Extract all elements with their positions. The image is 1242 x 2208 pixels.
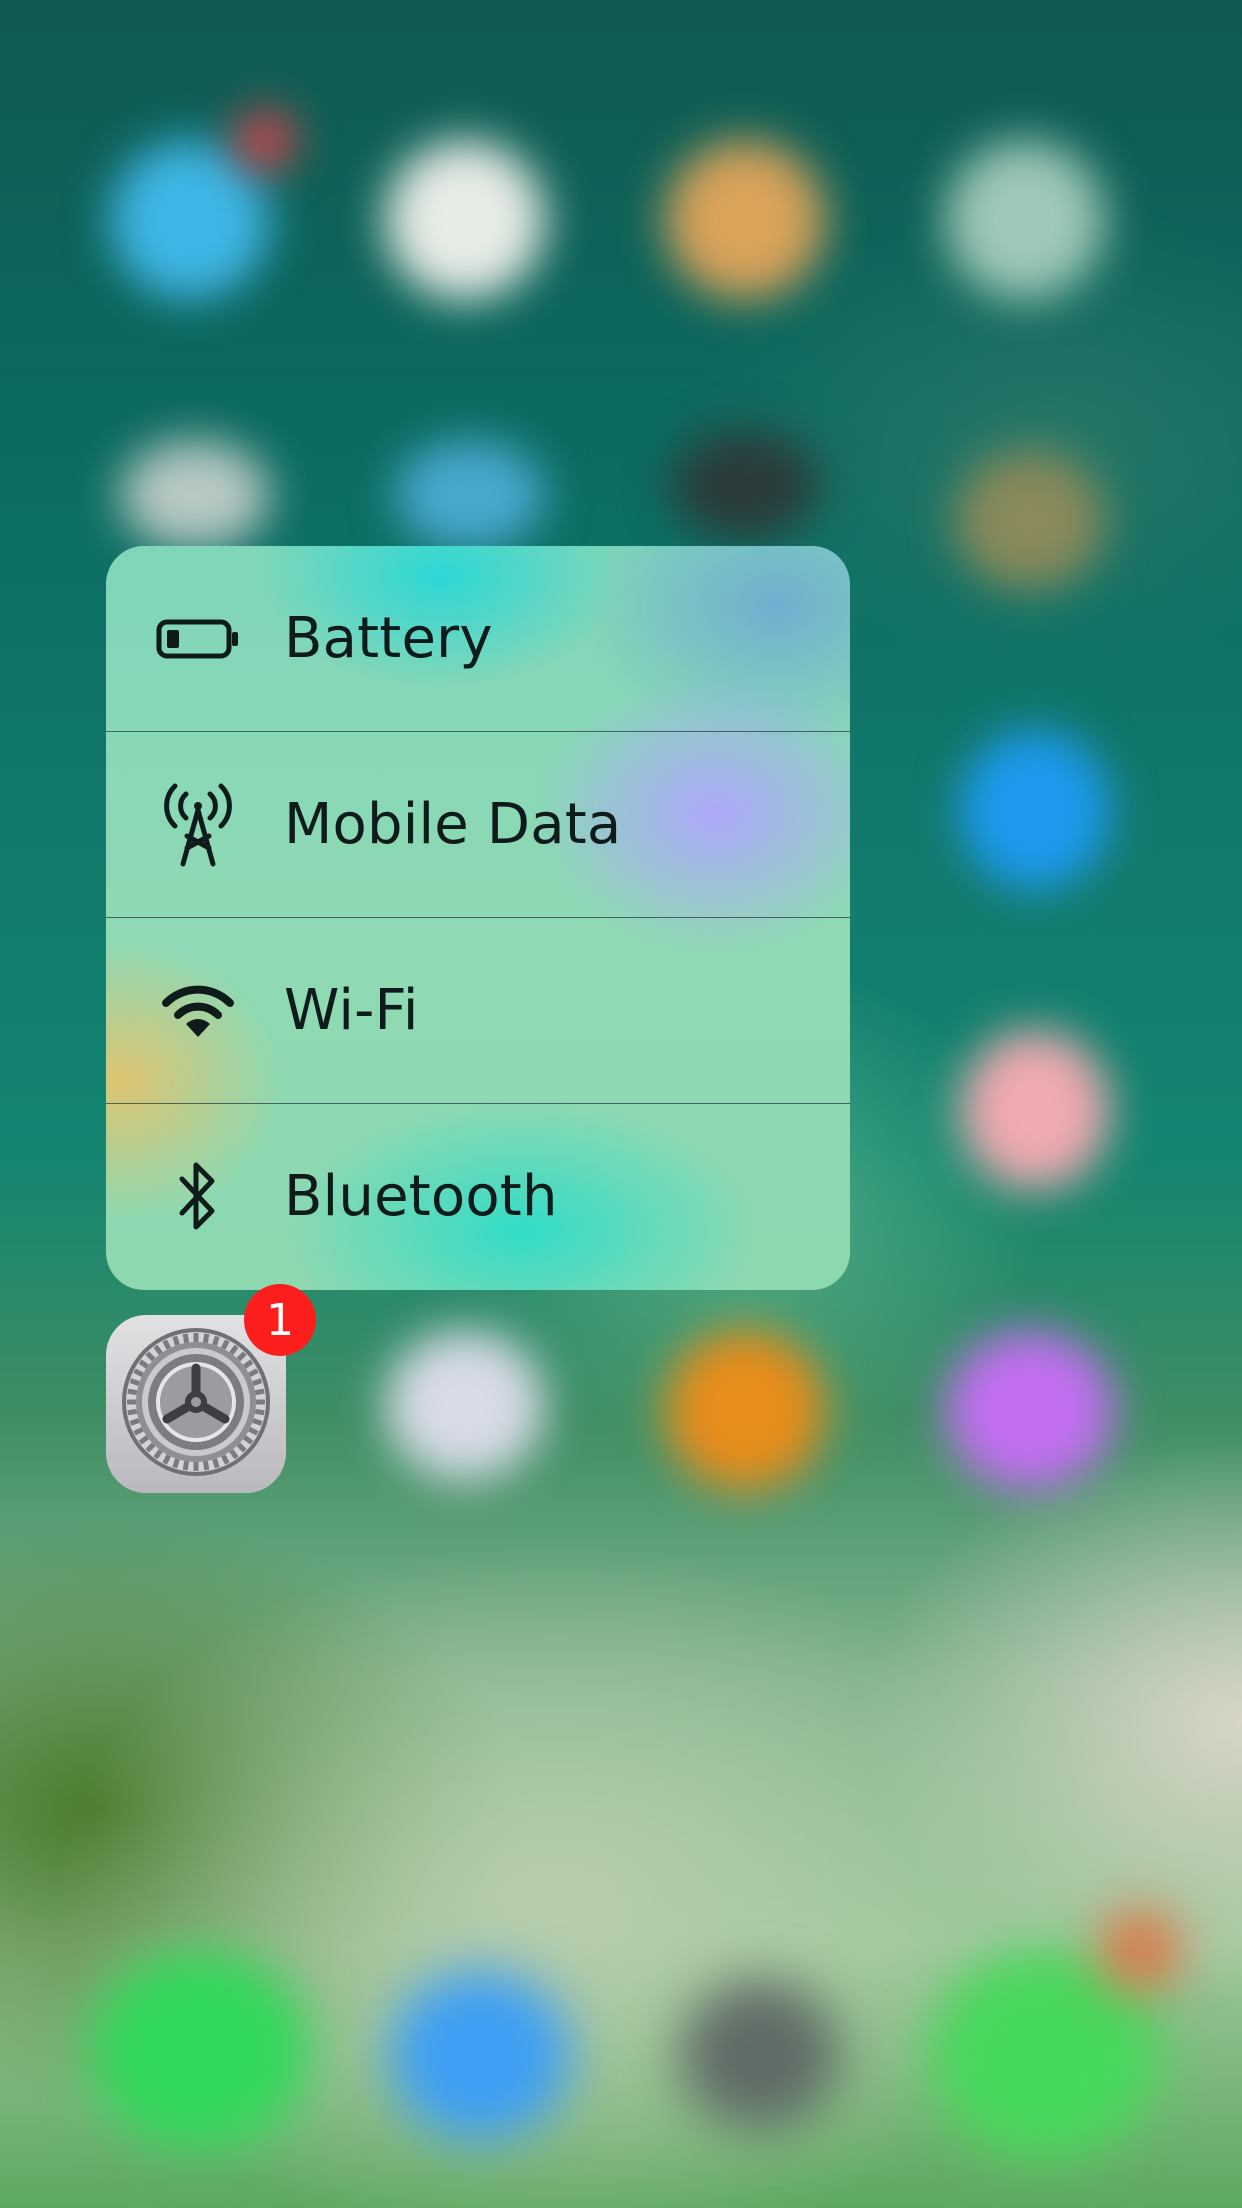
blurred-dock-badge <box>1100 1910 1180 1990</box>
wifi-icon <box>152 965 244 1057</box>
blurred-app-icon <box>960 730 1110 890</box>
quick-action-wifi[interactable]: Wi-Fi <box>106 918 850 1103</box>
battery-icon <box>152 593 244 685</box>
blurred-app-icon <box>960 1030 1110 1190</box>
quick-action-label: Wi-Fi <box>284 978 419 1043</box>
quick-action-label: Battery <box>284 606 493 671</box>
blurred-app-icon <box>235 110 295 170</box>
blurred-app-icon <box>945 140 1105 300</box>
blurred-app-icon <box>385 140 545 300</box>
blurred-app-icon <box>945 1330 1115 1490</box>
blurred-dock-icon <box>680 1980 840 2130</box>
blurred-app-icon <box>665 1330 825 1490</box>
blurred-app-icon <box>955 450 1105 590</box>
blurred-app-icon <box>385 1330 545 1480</box>
quick-actions-menu: Battery Mobile Data Wi-Fi Bluetooth <box>106 546 850 1290</box>
quick-action-label: Bluetooth <box>284 1164 558 1229</box>
blurred-app-icon <box>120 440 270 550</box>
settings-gear-icon <box>118 1324 274 1484</box>
home-screen-blurred: Battery Mobile Data Wi-Fi Bluetooth 1 <box>0 0 1242 2208</box>
quick-action-bluetooth[interactable]: Bluetooth <box>106 1104 850 1289</box>
quick-action-battery[interactable]: Battery <box>106 546 850 731</box>
quick-action-label: Mobile Data <box>284 792 622 857</box>
bluetooth-icon <box>152 1151 244 1243</box>
blurred-app-icon <box>665 140 825 300</box>
blurred-app-icon <box>395 440 545 550</box>
blurred-dock-icon <box>90 1950 310 2150</box>
blurred-dock-icon <box>390 1970 570 2140</box>
blurred-app-icon <box>670 430 820 540</box>
notification-badge: 1 <box>244 1284 316 1356</box>
quick-action-mobile-data[interactable]: Mobile Data <box>106 732 850 917</box>
cellular-antenna-icon <box>152 779 244 871</box>
